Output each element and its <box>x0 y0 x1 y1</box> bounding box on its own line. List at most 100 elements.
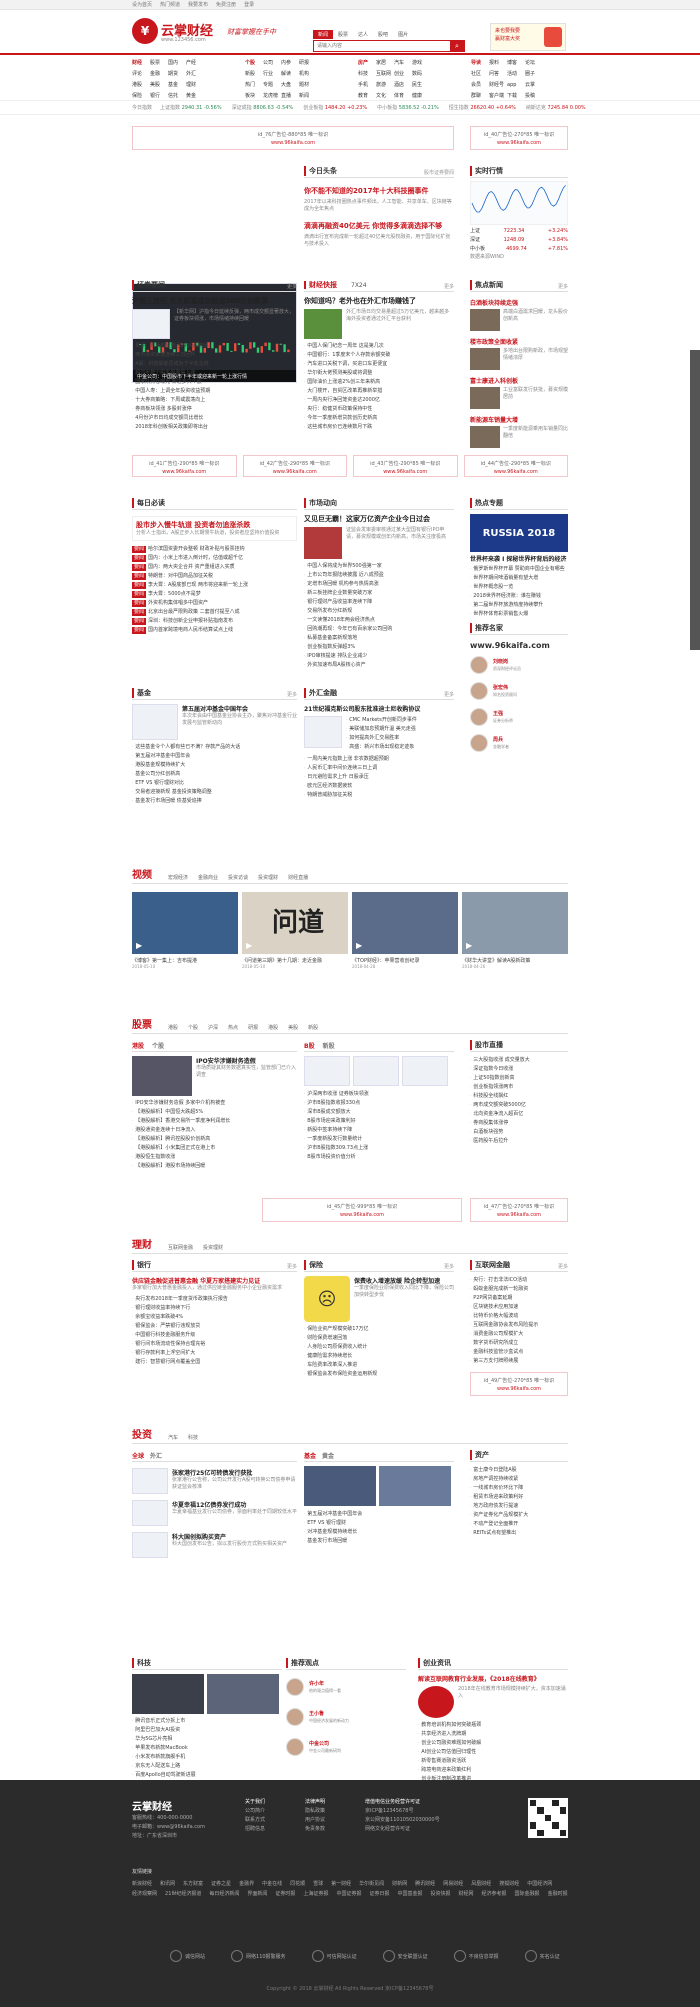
invest-tab-2[interactable]: 外汇 <box>150 1453 162 1460</box>
stock-b-item[interactable]: 沪市B股指数309.73点上涨 <box>304 1144 454 1153</box>
viewpoint-name[interactable]: 王小鲁 <box>309 1711 349 1718</box>
friend-link[interactable]: 中国基金报 <box>397 1890 422 1898</box>
footer-col-link[interactable]: 网络文化经营许可证 <box>365 1825 440 1834</box>
invest-fund-tab-2[interactable]: 黄金 <box>322 1453 334 1460</box>
friend-link[interactable]: 上海证券报 <box>303 1890 328 1898</box>
securities-item[interactable]: 两市融资余额连续三日回升 <box>132 351 297 360</box>
trend-thumb[interactable] <box>304 527 342 559</box>
ad-stock-left[interactable]: id_45广告位-999*85 唯一标识 www.96kaifa.com <box>262 1198 462 1222</box>
daily-item[interactable]: 要闻 国内：小米上市进入倒计时，估值或超千亿 <box>132 554 297 563</box>
bank-lead[interactable]: 供应链金融促进普惠金融 华夏万家搭建实力见证 <box>132 1276 297 1285</box>
ticker-item[interactable]: 创业板指 1484.20 +0.23% <box>303 104 367 111</box>
invest-item[interactable]: 科大国创拟购买资产 科大国创发布公告，拟以发行股份方式购买相关资产 <box>132 1532 297 1558</box>
nav-item[interactable]: 基金 <box>168 81 186 89</box>
avatar[interactable] <box>286 1708 304 1726</box>
daily-item[interactable]: 要闻 特朗普：对中国商品加征关税 <box>132 572 297 581</box>
friend-link[interactable]: 财新网 <box>392 1880 407 1888</box>
nav-item[interactable]: 客户端 <box>489 92 507 100</box>
friend-link[interactable]: 证券时报 <box>275 1890 295 1898</box>
viewpoint-name[interactable]: 中金公司 <box>309 1741 341 1748</box>
fund-item[interactable]: 港股基金规模持续扩大 <box>132 761 297 770</box>
stock-tab[interactable]: 个股 <box>188 1024 198 1031</box>
market-row[interactable]: 中小板 4699.74 +7.81% <box>470 245 568 254</box>
invest-fund-image-2[interactable] <box>379 1466 451 1506</box>
video-caption[interactable]: 《财华大讲堂》解读A股新政策 <box>462 957 568 964</box>
finance-item[interactable]: 这些城市房价已连续数月下跌 <box>304 423 454 432</box>
insurance-more[interactable]: 更多 <box>444 1263 454 1270</box>
nav-item[interactable]: 直播 <box>281 92 299 100</box>
forex-item[interactable]: 欧元区经济数据疲软 <box>304 782 454 791</box>
finance-more[interactable]: 更多 <box>444 283 454 290</box>
fund-item[interactable]: 这些基金令个人都有些已不满？存款产品的大话 <box>132 743 297 752</box>
expert-card[interactable]: 周兵 金融学者 <box>470 734 568 752</box>
ad-stock-right[interactable]: id_47广告位-270*85 唯一标识 www.96kaifa.com <box>470 1198 568 1222</box>
daily-item-text[interactable]: 深圳：科技创新企业申报补贴指南发布 <box>148 618 233 624</box>
video-thumb[interactable]: ▶ <box>462 892 568 954</box>
trend-item[interactable]: 定增市场回暖 机构参与热情高涨 <box>304 580 454 589</box>
bank-item[interactable]: 银保监会：严禁银行违规放贷 <box>132 1322 297 1331</box>
video-tab[interactable]: 金融商业 <box>198 874 218 881</box>
today-headline-2[interactable]: 滴滴再融资40亿美元 你觉得多滴滴选择不够 <box>304 221 454 231</box>
expert-name[interactable]: 周兵 <box>493 737 509 744</box>
invest-item[interactable]: 华夏幸福12亿债券发行成功 华夏幸福基业发行公司债券，票面利率处于同期较低水平 <box>132 1500 297 1526</box>
daily-item[interactable]: 要闻 国内首家跨境电商人民币结算试点上线 <box>132 626 297 635</box>
insurance-item[interactable]: 人身险公司原保费收入统计 <box>304 1343 454 1352</box>
nav-item[interactable]: 汽车 <box>394 59 412 67</box>
market-row[interactable]: 深证 1248.09 +3.84% <box>470 236 568 245</box>
nav-item[interactable]: 旅游 <box>376 81 394 89</box>
hot-topic-item[interactable]: 世界杯概念股一览 <box>470 583 568 592</box>
stock-live-item[interactable]: 两市成交额突破5000亿 <box>470 1101 568 1110</box>
focus-news-thumb[interactable] <box>470 387 500 409</box>
focus-news-item-title[interactable]: 新能源车销量大增 <box>470 415 568 424</box>
search-tab-forum[interactable]: 股吧 <box>373 30 393 39</box>
stock-mid-tab-1[interactable]: B股 <box>304 1043 315 1050</box>
bank-more[interactable]: 更多 <box>287 1263 297 1270</box>
ad-slot[interactable]: id_44广告位-290*85 唯一标识 www.96kaifa.com <box>463 455 568 477</box>
stock-tab[interactable]: 新股 <box>308 1024 318 1031</box>
footer-col-link[interactable]: 用户协议 <box>305 1816 325 1825</box>
stock-b-item[interactable]: 深市B股成交额放大 <box>304 1108 454 1117</box>
property-item[interactable]: 不动产登记全面推开 <box>470 1520 568 1529</box>
tech-image-2[interactable] <box>207 1674 279 1714</box>
hot-topic-item[interactable]: 世界杯体育彩票销售火爆 <box>470 610 568 619</box>
ad-slot[interactable]: id_42广告位-290*85 唯一标识 www.96kaifa.com <box>242 455 347 477</box>
fund-item[interactable]: 基金发行市场回暖 债基受追捧 <box>132 797 297 806</box>
daily-item-text[interactable]: 李大霄：5000点不是梦 <box>148 591 201 597</box>
daily-item[interactable]: 要闻 外资机构集体唱多中国资产 <box>132 599 297 608</box>
nav-item[interactable]: 题材 <box>299 81 317 89</box>
ad-top-right[interactable]: id_40广告位-270*85 唯一标识 www.96kaifa.com <box>470 126 568 150</box>
trend-item[interactable]: 一文读懂2018年两会经济热点 <box>304 616 454 625</box>
stock-tab[interactable]: 港股 <box>268 1024 278 1031</box>
nav-item[interactable]: 评论 <box>132 70 150 78</box>
stock-mid-tab-2[interactable]: 新股 <box>323 1043 335 1050</box>
video-tab[interactable]: 投资理财 <box>258 874 278 881</box>
footer-col-link[interactable]: 公司简介 <box>245 1807 265 1816</box>
friend-link[interactable]: 搜狐财经 <box>499 1880 519 1888</box>
video-item[interactable]: ▶ 《TOP财经》：苹果营收创纪录 2018-04-28 <box>352 892 458 970</box>
avatar[interactable] <box>470 708 488 726</box>
property-item[interactable]: 富士康今日登陆A股 <box>470 1466 568 1475</box>
daily-item-text[interactable]: 北京出台最严限购政策 二套首付提至八成 <box>148 609 240 615</box>
header-ad-banner[interactable]: 来也要我要 赢财富大奖 <box>490 23 566 51</box>
internet-item[interactable]: P2P网贷备案延期 <box>470 1294 568 1303</box>
hot-topic-item[interactable]: 俄罗斯世界杯开幕 赞助商中国企业有哪些 <box>470 565 568 574</box>
nav-item[interactable]: 下载 <box>507 92 525 100</box>
video-thumb[interactable]: ▶ <box>352 892 458 954</box>
invest-tab[interactable]: 汽车 <box>168 1434 178 1441</box>
startup-item[interactable]: 创业公司融资难题如何破解 <box>418 1739 568 1748</box>
nav-item[interactable]: 内参 <box>281 59 299 67</box>
internet-item[interactable]: 互联网金融协会发布风险提示 <box>470 1321 568 1330</box>
forex-thumb[interactable] <box>304 716 342 748</box>
focus-news-item[interactable]: 白酒板块持续走强 高端白酒需求回暖，龙头股价创新高 <box>470 298 568 331</box>
finance-item[interactable]: 中国人保门纪念一周年 这是第几次 <box>304 342 454 351</box>
bank-item[interactable]: 银行间市场流动性保持合理充裕 <box>132 1340 297 1349</box>
tech-image-1[interactable] <box>132 1674 204 1714</box>
insurance-item[interactable]: 保险业资产规模突破17万亿 <box>304 1325 454 1334</box>
daily-item[interactable]: 要闻 李大霄：A股底部已现 两市将迎来新一轮上涨 <box>132 581 297 590</box>
friend-link[interactable]: 界面新闻 <box>247 1890 267 1898</box>
focus-news-item-title[interactable]: 白酒板块持续走强 <box>470 298 568 307</box>
stock-b-item[interactable]: 新股中签率持续下降 <box>304 1126 454 1135</box>
trend-lead[interactable]: 又见巨无霸！这家万亿资产企业今日过会 <box>304 514 454 524</box>
expert-card[interactable]: 王强 证券分析师 <box>470 708 568 726</box>
forex-item[interactable]: 高盛：新兴市场出现稳定迹象 <box>346 743 417 752</box>
